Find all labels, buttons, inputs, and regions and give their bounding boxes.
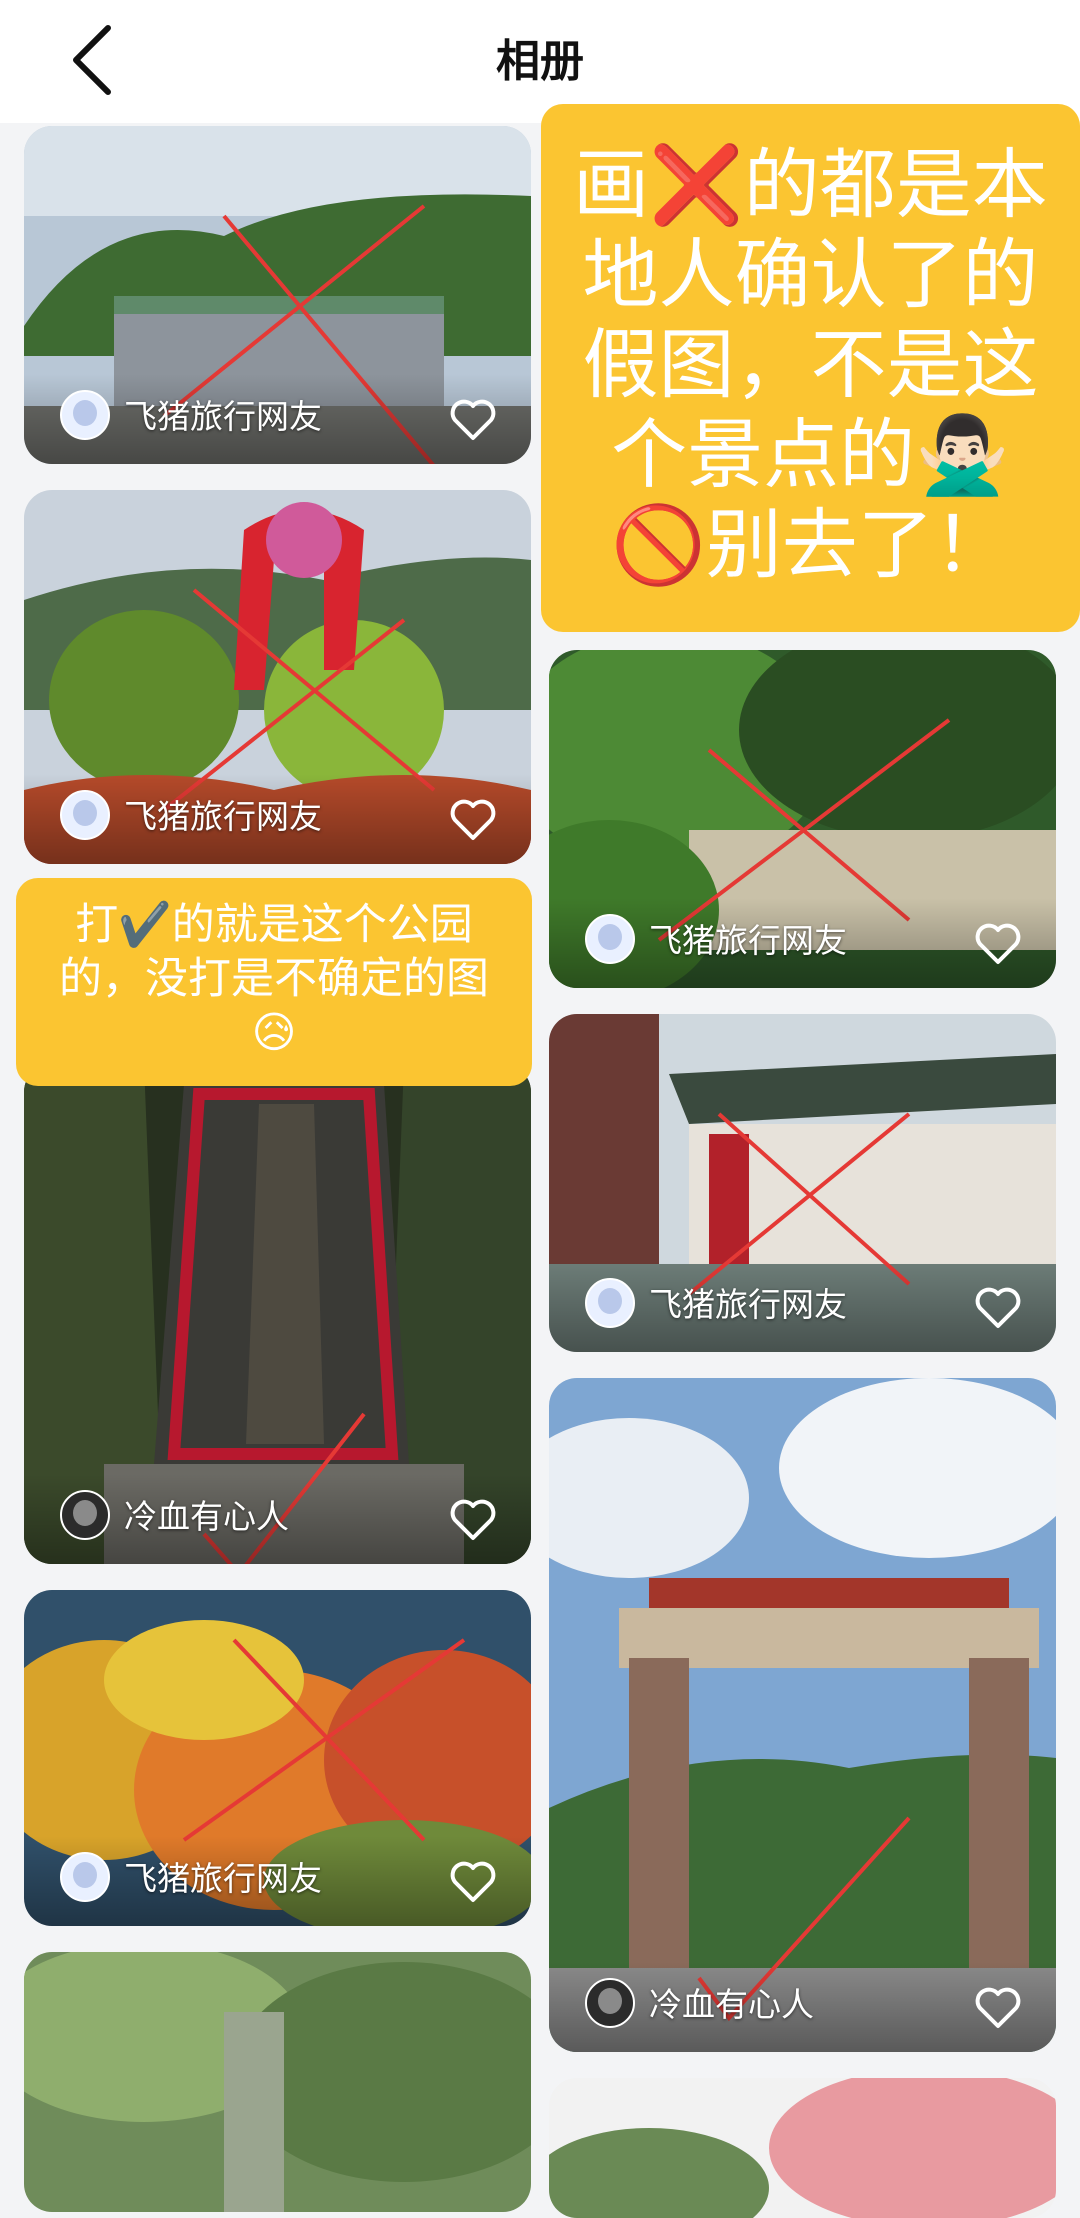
photo-card[interactable]	[549, 2078, 1056, 2218]
annotation-note-cross: 画❌的都是本 地人确认了的 假图，不是这 个景点的🙅🏻‍♂️ 🚫别去了！	[541, 104, 1080, 632]
user-name[interactable]: 飞猪旅行网友	[124, 790, 322, 838]
user-avatar[interactable]	[60, 390, 110, 440]
heart-icon[interactable]	[449, 1860, 497, 1904]
photo-card[interactable]	[24, 1952, 531, 2212]
heart-icon[interactable]	[449, 1498, 497, 1542]
photo-card[interactable]: 飞猪旅行网友	[549, 650, 1056, 988]
photo-card[interactable]: 冷血有心人	[549, 1378, 1056, 2052]
user-avatar[interactable]	[60, 790, 110, 840]
heart-icon[interactable]	[974, 1286, 1022, 1330]
user-avatar[interactable]	[585, 1278, 635, 1328]
note-text: 打✔️的就是这个公园 的，没打是不确定的图 😥	[59, 900, 489, 1058]
user-avatar[interactable]	[585, 914, 635, 964]
photo-card[interactable]: 飞猪旅行网友	[24, 490, 531, 864]
heart-icon[interactable]	[449, 798, 497, 842]
photo-card[interactable]: 飞猪旅行网友	[24, 126, 531, 464]
user-avatar[interactable]	[60, 1852, 110, 1902]
heart-icon[interactable]	[974, 922, 1022, 966]
user-name[interactable]: 飞猪旅行网友	[649, 914, 847, 962]
user-name[interactable]: 飞猪旅行网友	[124, 1852, 322, 1900]
heart-icon[interactable]	[449, 398, 497, 442]
photo-forest	[24, 1952, 531, 2212]
photo-pink-trees	[549, 2078, 1056, 2218]
user-name[interactable]: 冷血有心人	[124, 1490, 289, 1538]
user-avatar[interactable]	[585, 1978, 635, 2028]
heart-icon[interactable]	[974, 1986, 1022, 2030]
photo-card[interactable]: 飞猪旅行网友	[549, 1014, 1056, 1352]
photo-archway	[549, 1378, 1056, 2052]
user-avatar[interactable]	[60, 1490, 110, 1540]
photo-card[interactable]: 冷血有心人	[24, 1064, 531, 1564]
note-text: 画❌的都是本 地人确认了的 假图，不是这 个景点的🙅🏻‍♂️ 🚫别去了！	[573, 140, 1048, 589]
user-name[interactable]: 冷血有心人	[649, 1978, 814, 2026]
user-name[interactable]: 飞猪旅行网友	[124, 390, 322, 438]
user-name[interactable]: 飞猪旅行网友	[649, 1278, 847, 1326]
photo-card[interactable]: 飞猪旅行网友	[24, 1590, 531, 1926]
annotation-note-check: 打✔️的就是这个公园 的，没打是不确定的图 😥	[16, 878, 532, 1086]
